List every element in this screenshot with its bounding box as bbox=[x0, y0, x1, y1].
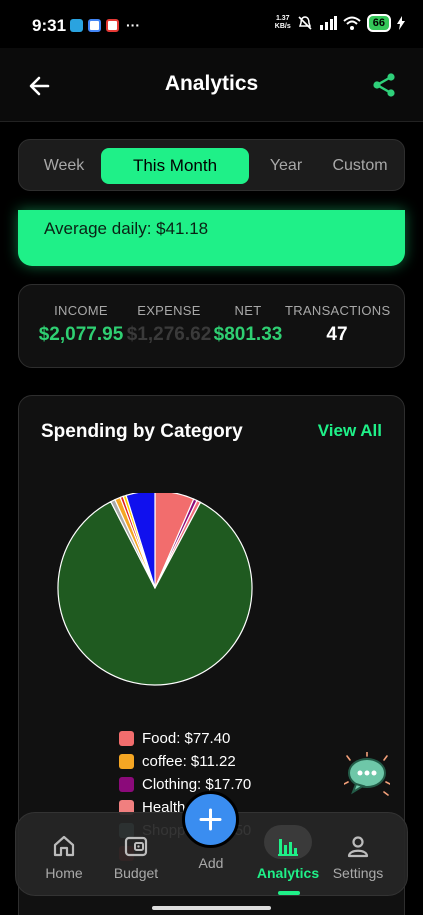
legend-label: coffee: $11.22 bbox=[142, 753, 236, 770]
stat-label: EXPENSE bbox=[137, 303, 201, 318]
nav-budget[interactable]: Budget bbox=[100, 833, 172, 881]
legend-swatch bbox=[119, 754, 134, 769]
wifi-icon bbox=[343, 16, 361, 30]
nav-home[interactable]: Home bbox=[28, 833, 100, 881]
add-button[interactable] bbox=[182, 791, 239, 848]
telegram-icon bbox=[70, 18, 83, 32]
legend-item: Food: $77.40 bbox=[119, 727, 251, 750]
active-tab-indicator bbox=[278, 891, 300, 895]
stat-expense: EXPENSE $1,276.62 bbox=[123, 303, 215, 346]
more-notifications-icon: ··· bbox=[126, 17, 140, 33]
page-title: Analytics bbox=[164, 72, 259, 95]
legend-label: Clothing: $17.70 bbox=[142, 776, 252, 793]
battery-indicator: 66 bbox=[366, 14, 391, 32]
tab-custom[interactable]: Custom bbox=[325, 148, 395, 184]
stat-value: $801.33 bbox=[213, 324, 283, 345]
nav-label: Settings bbox=[332, 865, 384, 881]
card-title: Spending by Category bbox=[41, 421, 243, 442]
period-selector: Week This Month Year Custom bbox=[18, 139, 405, 191]
stat-value: 47 bbox=[326, 324, 348, 345]
home-icon bbox=[53, 835, 75, 857]
notification-icons: ··· bbox=[70, 17, 140, 33]
nav-label: Home bbox=[45, 865, 83, 881]
legend-item: coffee: $11.22 bbox=[119, 750, 251, 773]
stat-label: TRANSACTIONS bbox=[285, 303, 391, 318]
nav-analytics[interactable]: Analytics bbox=[252, 833, 324, 881]
wallet-icon bbox=[124, 836, 148, 857]
nav-settings[interactable]: Settings bbox=[322, 833, 394, 881]
nav-add-label: Add bbox=[198, 855, 224, 871]
status-time: 9:31 bbox=[32, 16, 67, 35]
stat-transactions: TRANSACTIONS 47 bbox=[285, 303, 391, 346]
chat-assistant-icon[interactable] bbox=[344, 752, 390, 796]
stat-value: $2,077.95 bbox=[38, 324, 124, 345]
status-indicators: 1.37 KB/s 66 bbox=[275, 14, 405, 32]
person-icon bbox=[347, 836, 369, 858]
google-icon bbox=[88, 18, 101, 32]
app-header: Analytics bbox=[0, 48, 423, 122]
legend-item: Clothing: $17.70 bbox=[119, 773, 251, 796]
news-app-icon bbox=[106, 18, 119, 32]
legend-swatch bbox=[119, 731, 134, 746]
average-daily-banner: Average daily: $41.18 bbox=[18, 210, 405, 266]
stat-label: INCOME bbox=[54, 303, 108, 318]
stat-value: $1,276.62 bbox=[126, 324, 212, 345]
tab-week[interactable]: Week bbox=[33, 148, 95, 184]
home-indicator[interactable] bbox=[152, 906, 271, 910]
nav-label: Analytics bbox=[256, 865, 320, 881]
legend-swatch bbox=[119, 777, 134, 792]
stat-net: NET $801.33 bbox=[209, 303, 287, 346]
mute-icon bbox=[298, 16, 312, 30]
bar-chart-icon bbox=[278, 839, 298, 856]
nav-label: Budget bbox=[113, 865, 159, 881]
pie-chart bbox=[57, 493, 253, 686]
network-speed: 1.37 KB/s bbox=[274, 15, 291, 30]
view-all-link[interactable]: View All bbox=[318, 421, 382, 441]
tab-year[interactable]: Year bbox=[259, 148, 313, 184]
signal-icon bbox=[319, 16, 337, 30]
summary-stats-card: INCOME $2,077.95 EXPENSE $1,276.62 NET $… bbox=[18, 284, 405, 368]
legend-label: Food: $77.40 bbox=[142, 730, 231, 747]
share-icon[interactable] bbox=[371, 72, 397, 98]
average-daily-text: Average daily: $41.18 bbox=[44, 219, 209, 238]
charging-icon bbox=[397, 16, 405, 30]
stat-label: NET bbox=[234, 303, 262, 318]
plus-icon bbox=[199, 808, 222, 831]
status-bar: 9:31 ··· 1.37 KB/s 66 bbox=[0, 0, 423, 48]
stat-income: INCOME $2,077.95 bbox=[37, 303, 125, 346]
tab-this-month[interactable]: This Month bbox=[101, 148, 249, 184]
